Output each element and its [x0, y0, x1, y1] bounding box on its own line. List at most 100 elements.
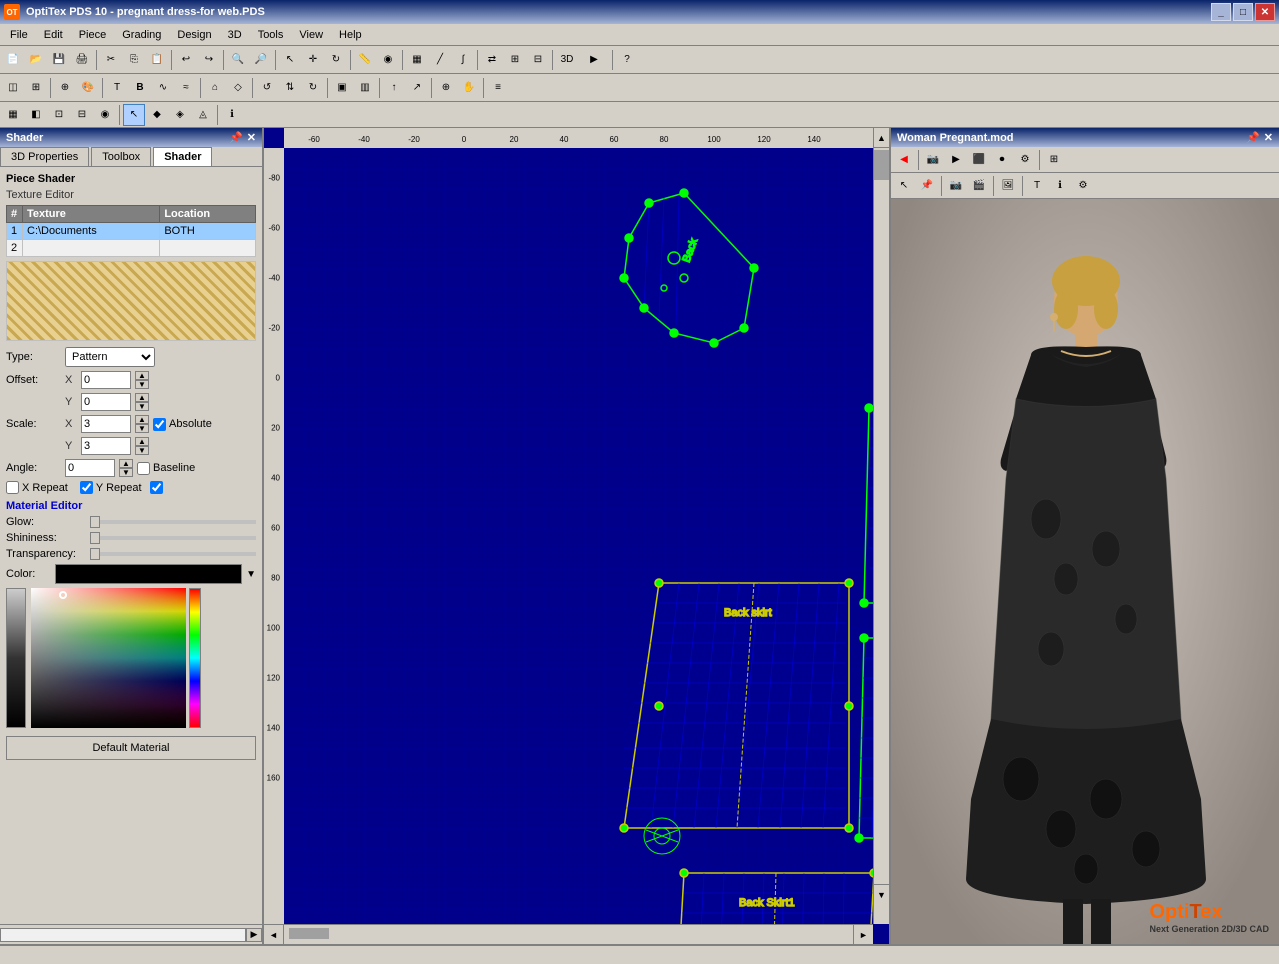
angle-input[interactable]: 0	[65, 459, 115, 477]
piece-back-skirt[interactable]: Back skirt	[620, 579, 853, 832]
material-editor-link[interactable]: Material Editor	[6, 500, 256, 512]
y-repeat-checkbox[interactable]	[80, 481, 93, 494]
rt1-stop[interactable]: ⬛	[968, 149, 990, 171]
color-hue-bar[interactable]	[189, 588, 201, 728]
tb-grade[interactable]: ▦	[406, 49, 428, 71]
tb-select[interactable]: ↖	[279, 49, 301, 71]
tb2-flip[interactable]: ⇅	[279, 77, 301, 99]
tb-measure[interactable]: 📏	[354, 49, 376, 71]
rt2-camera[interactable]: 📷	[945, 175, 967, 197]
vscroll-down[interactable]: ▼	[874, 884, 889, 904]
tb3-bezier[interactable]: ◈	[169, 104, 191, 126]
tb-line[interactable]: ╱	[429, 49, 451, 71]
texture-row-1[interactable]: 1 C:\Documents BOTH	[7, 223, 256, 240]
tb-rotate[interactable]: ↻	[325, 49, 347, 71]
color-swatch[interactable]	[55, 564, 242, 584]
rt2-pin[interactable]: 📌	[916, 175, 938, 197]
shininess-track[interactable]	[90, 536, 256, 540]
default-material-button[interactable]: Default Material	[6, 736, 256, 760]
shader-close[interactable]: ✕	[247, 131, 256, 144]
rt2-movie[interactable]: 🎬	[968, 175, 990, 197]
menu-design[interactable]: Design	[169, 27, 219, 43]
rt2-info2[interactable]: ℹ	[1049, 175, 1071, 197]
left-hscroll[interactable]	[0, 928, 246, 942]
tb2-zoom[interactable]: ⊕	[435, 77, 457, 99]
tb2-wave[interactable]: ≈	[175, 77, 197, 99]
tb-curve[interactable]: ∫	[452, 49, 474, 71]
tb2-grid[interactable]: ⊞	[25, 77, 47, 99]
color-dropdown-arrow[interactable]: ▼	[246, 569, 256, 580]
angle-up[interactable]: ▲	[119, 459, 133, 468]
tb-mirror[interactable]: ⇄	[481, 49, 503, 71]
tb2-seam[interactable]: ▣	[331, 77, 353, 99]
y-repeat-check[interactable]: Y Repeat	[80, 481, 142, 494]
offset-x-up[interactable]: ▲	[135, 371, 149, 380]
baseline-check[interactable]: Baseline	[137, 462, 195, 475]
tb-print[interactable]: 🖨	[71, 49, 93, 71]
tb2-place[interactable]: ↗	[406, 77, 428, 99]
canvas-draw[interactable]: Back	[284, 148, 889, 944]
tb2-seam2[interactable]: ▥	[354, 77, 376, 99]
tab-3d-properties[interactable]: 3D Properties	[0, 147, 89, 166]
tab-toolbox[interactable]: Toolbox	[91, 147, 151, 166]
tb-help[interactable]: ?	[616, 49, 638, 71]
hscroll-left[interactable]: ◄	[264, 925, 284, 944]
right-panel-pin[interactable]: 📌	[1246, 131, 1260, 144]
texture-row-2[interactable]: 2	[7, 240, 256, 257]
tb3-tangent[interactable]: ◬	[192, 104, 214, 126]
tb3-pts[interactable]: ◉	[94, 104, 116, 126]
absolute-checkbox[interactable]	[153, 418, 166, 431]
tb-move[interactable]: ✛	[302, 49, 324, 71]
tb-save[interactable]: 💾	[48, 49, 70, 71]
offset-x-down[interactable]: ▼	[135, 380, 149, 389]
offset-y-down[interactable]: ▼	[135, 402, 149, 411]
color-picker[interactable]	[6, 588, 256, 728]
scale-y-down[interactable]: ▼	[135, 446, 149, 455]
offset-x-input[interactable]: 0	[81, 371, 131, 389]
offset-y-up[interactable]: ▲	[135, 393, 149, 402]
tb2-layer[interactable]: ⊕	[54, 77, 76, 99]
maximize-button[interactable]: □	[1233, 3, 1253, 21]
tab-shader[interactable]: Shader	[153, 147, 212, 166]
canvas-hscrollbar[interactable]: ◄ ►	[264, 924, 873, 944]
tb2-grainline[interactable]: ↑	[383, 77, 405, 99]
scale-y-up[interactable]: ▲	[135, 437, 149, 446]
tb3-node[interactable]: ◆	[146, 104, 168, 126]
rt2-text-tool[interactable]: T	[1026, 175, 1048, 197]
tb3-arrow[interactable]: ↖	[123, 104, 145, 126]
tb-copy[interactable]: ⎘	[123, 49, 145, 71]
menu-help[interactable]: Help	[331, 27, 370, 43]
tb3-ungroup[interactable]: ⊟	[71, 104, 93, 126]
rt1-photo[interactable]: 📷	[922, 149, 944, 171]
tb-cut[interactable]: ✂	[100, 49, 122, 71]
tb2-pan[interactable]: ✋	[458, 77, 480, 99]
vscroll-up[interactable]: ▲	[874, 128, 889, 148]
tb3-select-all[interactable]: ▦	[2, 104, 24, 126]
rt2-texture[interactable]: 🖼	[997, 175, 1019, 197]
rt1-config[interactable]: ⚙	[1014, 149, 1036, 171]
tb-distribute[interactable]: ⊟	[527, 49, 549, 71]
tb-redo[interactable]: ↪	[198, 49, 220, 71]
tb2-curve2[interactable]: ∿	[152, 77, 174, 99]
scroll-right-btn[interactable]: ▶	[246, 928, 262, 942]
type-select[interactable]: Pattern Solid Gradient	[65, 347, 155, 367]
tb2-snap[interactable]: ◫	[2, 77, 24, 99]
vscroll-thumb[interactable]	[874, 150, 889, 180]
canvas-vscrollbar[interactable]: ▲ ▼	[873, 128, 889, 924]
angle-down[interactable]: ▼	[119, 468, 133, 477]
tb-3d[interactable]: 3D	[556, 49, 578, 71]
menu-piece[interactable]: Piece	[71, 27, 115, 43]
transparency-track[interactable]	[90, 552, 256, 556]
tb2-notch[interactable]: ⌂	[204, 77, 226, 99]
minimize-button[interactable]: _	[1211, 3, 1231, 21]
glow-handle[interactable]	[90, 516, 100, 528]
close-button[interactable]: ✕	[1255, 3, 1275, 21]
tb-simulate[interactable]: ▶	[579, 49, 609, 71]
menu-edit[interactable]: Edit	[36, 27, 71, 43]
rt1-record[interactable]: ⏺	[991, 149, 1013, 171]
tb3-info[interactable]: ℹ	[221, 104, 243, 126]
shader-pin[interactable]: 📌	[229, 131, 243, 144]
tb2-text[interactable]: T	[106, 77, 128, 99]
tb-point[interactable]: ◉	[377, 49, 399, 71]
absolute-check[interactable]: Absolute	[153, 418, 212, 431]
